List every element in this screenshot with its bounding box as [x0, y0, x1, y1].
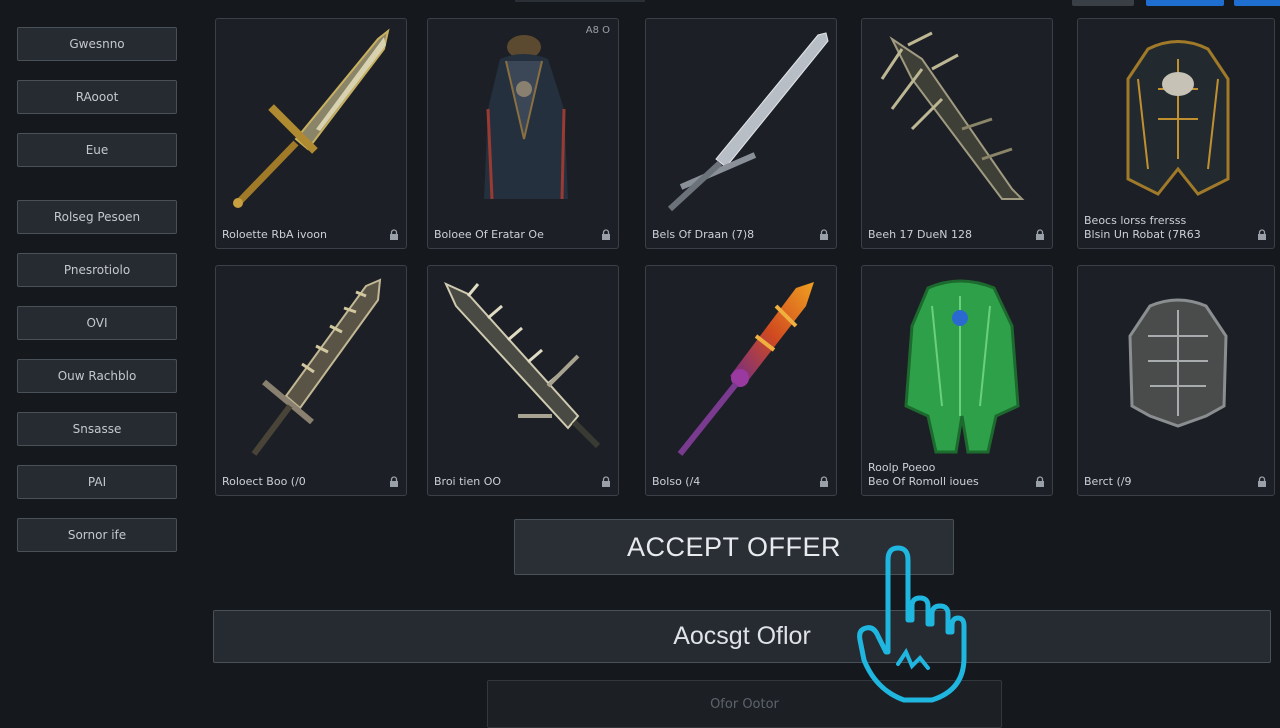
item-card[interactable]: Roloect Boo (/0	[215, 265, 407, 496]
item-name: Roloette RbA ivoon	[222, 228, 327, 241]
accept-offer-button[interactable]: ACCEPT OFFER	[514, 519, 954, 575]
sidebar-item-9[interactable]: PAI	[17, 465, 177, 499]
sidebar-item-5[interactable]: Pnesrotiolo	[17, 253, 177, 287]
item-name: Beeh 17 DueN 128	[868, 228, 972, 241]
sidebar-item-4[interactable]: Rolseg Pesoen	[17, 200, 177, 234]
item-card[interactable]: Broi tien OO	[427, 265, 619, 496]
lock-icon	[820, 229, 828, 240]
golden-sword-icon	[233, 28, 390, 208]
sidebar-item-label: PAI	[87, 475, 107, 489]
item-card[interactable]: Beeh 17 DueN 128	[861, 18, 1053, 249]
sidebar-item-1[interactable]: Gwesnno	[17, 27, 177, 61]
lock-icon	[1258, 229, 1266, 240]
silver-armor-icon	[1128, 298, 1228, 428]
item-name: Bolso (/4	[652, 475, 701, 488]
sidebar-item-label: RAooot	[75, 90, 119, 104]
item-card[interactable]: Berct (/9	[1077, 265, 1275, 496]
sidebar-item-label: Ouw Rachblo	[57, 369, 137, 383]
sidebar-item-label: Rolseg Pesoen	[53, 210, 141, 224]
item-name: Broi tien OO	[434, 475, 502, 488]
sidebar-item-6[interactable]: OVI	[17, 306, 177, 340]
green-armor-icon	[904, 279, 1020, 454]
lock-icon	[390, 476, 398, 487]
top-bar-fragment	[515, 0, 645, 2]
sidebar-item-label: OVI	[86, 316, 108, 330]
top-button-gray[interactable]	[1072, 0, 1134, 6]
sidebar-item-label: Sornor ife	[67, 528, 127, 542]
flame-sword-icon	[677, 282, 814, 456]
lock-icon	[1036, 476, 1044, 487]
accept-offer-label: ACCEPT OFFER	[626, 531, 842, 562]
item-card[interactable]: Bolso (/4	[645, 265, 837, 496]
item-name: Berct (/9	[1084, 475, 1132, 488]
lock-icon	[820, 476, 828, 487]
lock-icon	[1036, 229, 1044, 240]
top-button-blue[interactable]	[1146, 0, 1224, 6]
golden-armor-icon	[1126, 40, 1230, 196]
item-name: Boloee Of Eratar Oe	[434, 228, 544, 241]
item-card[interactable]: Beocs lorss frersss Blsin Un Robat (7R63	[1077, 18, 1275, 249]
lock-icon	[602, 229, 610, 240]
jagged-sword-icon	[251, 278, 382, 456]
item-name: Roloect Boo (/0	[222, 475, 306, 488]
item-card[interactable]: Roloette RbA ivoon	[215, 18, 407, 249]
sidebar-item-3[interactable]: Eue	[17, 133, 177, 167]
steel-sword-icon	[667, 32, 829, 212]
faded-button-label: Ofor Ootor	[710, 696, 779, 712]
item-card[interactable]: Roolp Poeoo Beo Of Romoll ioues	[861, 265, 1053, 496]
thorned-blade-icon	[880, 31, 1025, 200]
dark-robe-armor-icon	[484, 35, 568, 200]
sidebar-item-label: Eue	[85, 143, 109, 157]
accept-offer-secondary-label: Aocsgt Oflor	[673, 622, 811, 650]
item-name: Bels Of Draan (7)8	[652, 228, 755, 241]
top-button-blue-2[interactable]	[1234, 0, 1280, 6]
sidebar-item-label: Snsasse	[72, 422, 122, 436]
lock-icon	[390, 229, 398, 240]
item-tag: A8 O	[585, 25, 610, 36]
sidebar-menu: Gwesnno RAooot Eue Rolseg Pesoen Pnesrot…	[0, 0, 200, 720]
accept-offer-secondary-button[interactable]: Aocsgt Oflor	[213, 610, 1271, 663]
serrated-blade-icon	[443, 281, 601, 449]
sidebar-item-7[interactable]: Ouw Rachblo	[17, 359, 177, 393]
item-name: Roolp Poeoo Beo Of Romoll ioues	[868, 461, 979, 488]
sidebar-item-8[interactable]: Snsasse	[17, 412, 177, 446]
lock-icon	[1258, 476, 1266, 487]
faded-button[interactable]: Ofor Ootor	[487, 680, 1002, 728]
sidebar-item-2[interactable]: RAooot	[17, 80, 177, 114]
sidebar-item-label: Gwesnno	[69, 37, 125, 51]
sidebar-item-10[interactable]: Sornor ife	[17, 518, 177, 552]
item-card[interactable]: A8 O Boloee Of Eratar Oe	[427, 18, 619, 249]
sidebar-item-label: Pnesrotiolo	[63, 263, 131, 277]
lock-icon	[602, 476, 610, 487]
item-name: Beocs lorss frersss Blsin Un Robat (7R63	[1084, 214, 1201, 241]
item-card[interactable]: Bels Of Draan (7)8	[645, 18, 837, 249]
